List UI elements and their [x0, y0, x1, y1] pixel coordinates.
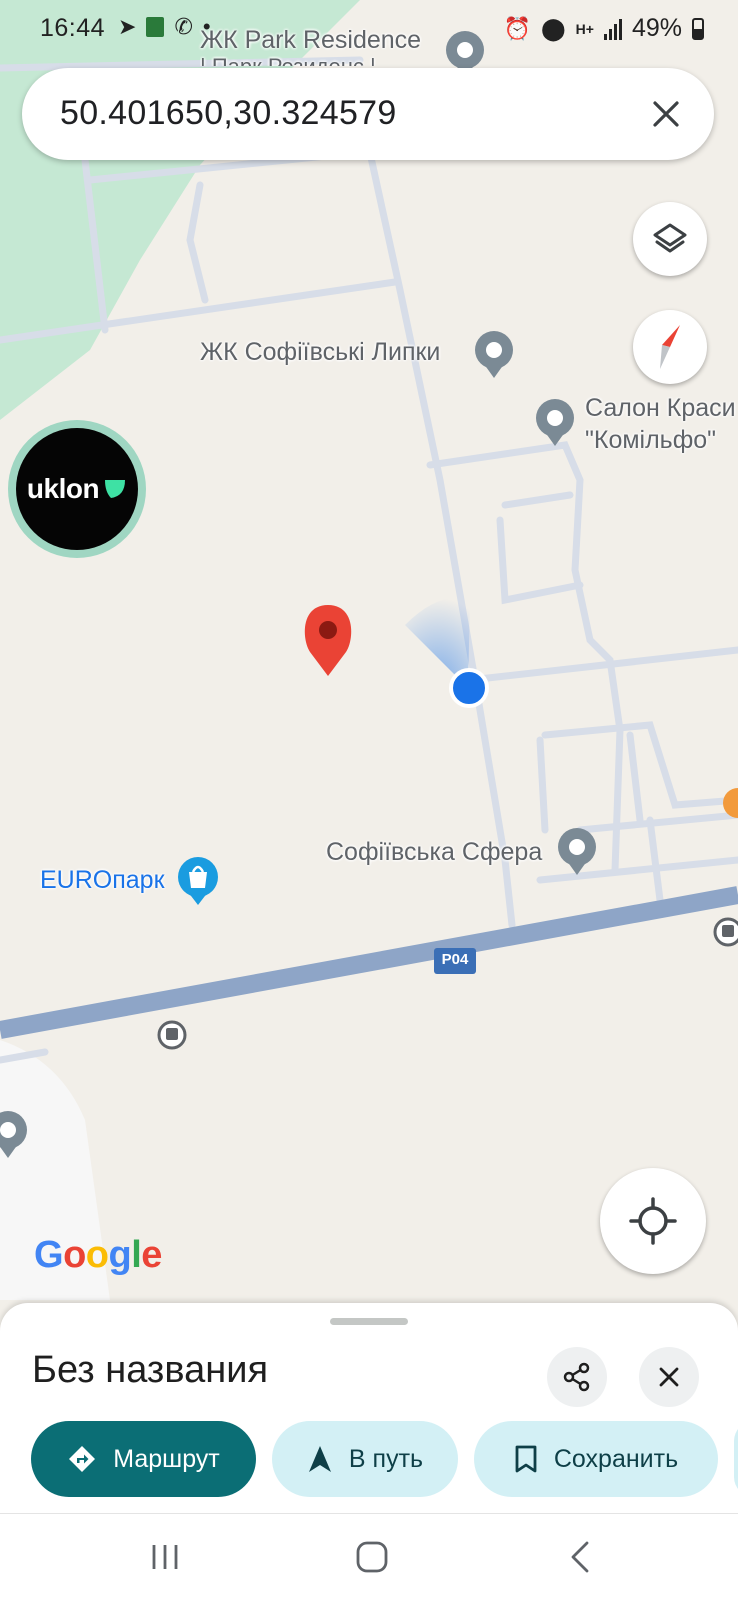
app-icon — [146, 17, 165, 37]
layers-button[interactable] — [633, 202, 707, 276]
close-icon — [653, 101, 679, 127]
bus-stop-icon — [157, 1020, 187, 1050]
status-time: 16:44 — [40, 14, 106, 42]
dot-icon: • — [202, 14, 211, 39]
start-navigation-label: В путь — [348, 1444, 424, 1473]
google-logo: Google — [34, 1234, 162, 1276]
location-icon: ⬤ — [541, 15, 566, 41]
status-left-icons: ➤ ✆ • — [118, 16, 211, 38]
clear-search-button[interactable] — [640, 88, 692, 140]
search-input[interactable]: 50.401650,30.324579 — [60, 94, 397, 133]
search-bar[interactable]: 50.401650,30.324579 — [22, 68, 714, 160]
poi-label-sofiivska-sfera[interactable]: Софіївська Сфера — [326, 838, 542, 867]
status-bar: 16:44 ➤ ✆ • ⏰ ⬤ H+ 49% — [0, 0, 738, 60]
back-icon — [571, 1541, 589, 1573]
battery-percent: 49% — [631, 14, 682, 42]
navigation-arrow-icon — [308, 1446, 331, 1472]
road-label-p04: P04 — [441, 951, 469, 968]
close-sheet-button[interactable] — [639, 1347, 699, 1407]
compass-icon — [660, 325, 680, 369]
current-location-dot — [449, 668, 489, 708]
start-navigation-button[interactable]: В путь — [272, 1421, 458, 1497]
uklon-chat-head[interactable]: uklon — [8, 420, 146, 558]
poi-label-komilfo[interactable]: "Комільфо" — [585, 426, 716, 455]
place-title: Без названия — [32, 1349, 269, 1391]
crosshair-icon — [629, 1197, 677, 1245]
compass-button[interactable] — [633, 310, 707, 384]
network-icon: H+ — [575, 20, 594, 37]
home-icon — [356, 1541, 388, 1573]
poi-label-sofiivski-lypky[interactable]: ЖК Софіївські Липки — [200, 338, 440, 367]
more-actions-chip[interactable] — [734, 1421, 738, 1497]
system-navigation-bar — [0, 1513, 738, 1600]
directions-button[interactable]: Маршрут — [31, 1421, 256, 1497]
directions-icon — [69, 1446, 96, 1472]
recent-apps-button[interactable] — [135, 1532, 195, 1582]
recent-apps-icon — [152, 1545, 178, 1569]
directions-label: Маршрут — [113, 1444, 220, 1473]
uklon-label: uklon — [26, 473, 100, 504]
poi-label-europark[interactable]: EUROпарк — [40, 866, 165, 895]
place-bottom-sheet[interactable]: Без названия Маршрут В путь Сохранить — [0, 1303, 738, 1513]
sheet-drag-handle[interactable] — [330, 1318, 408, 1325]
home-button[interactable] — [342, 1532, 402, 1582]
bus-stop-icon — [713, 917, 738, 947]
uklon-leaf-icon — [105, 480, 126, 498]
bookmark-icon — [515, 1445, 537, 1473]
share-icon — [563, 1362, 590, 1392]
save-button[interactable]: Сохранить — [474, 1421, 718, 1497]
status-right-icons: ⏰ ⬤ H+ 49% — [504, 14, 704, 43]
signal-icon — [603, 18, 622, 40]
save-label: Сохранить — [553, 1444, 679, 1473]
alarm-icon: ⏰ — [503, 15, 532, 41]
close-icon — [659, 1367, 679, 1387]
telegram-icon: ➤ — [118, 14, 137, 39]
battery-icon — [692, 17, 704, 40]
poi-label-salon-krasy[interactable]: Салон Краси — [585, 394, 736, 423]
layers-icon — [653, 223, 687, 253]
share-button[interactable] — [547, 1347, 607, 1407]
back-button[interactable] — [550, 1532, 610, 1582]
viber-icon: ✆ — [174, 14, 193, 39]
uklon-logo: uklon — [16, 428, 138, 550]
my-location-button[interactable] — [600, 1168, 706, 1274]
